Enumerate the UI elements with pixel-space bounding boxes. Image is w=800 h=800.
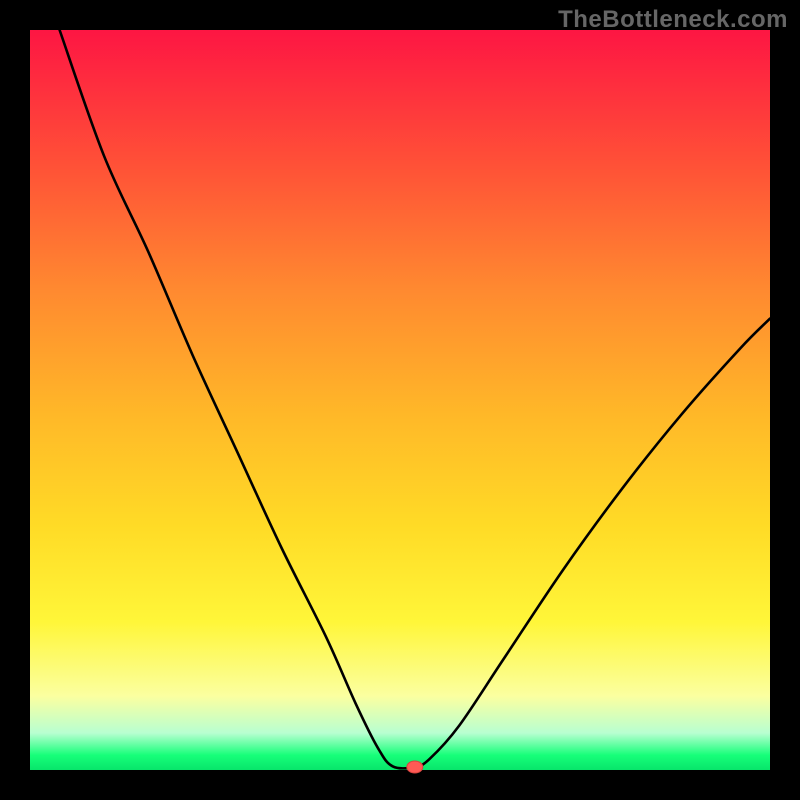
optimal-point-marker (407, 761, 423, 773)
bottleneck-curve (60, 30, 770, 768)
chart-frame: TheBottleneck.com (0, 0, 800, 800)
plot-area (30, 30, 770, 770)
chart-svg (30, 30, 770, 770)
